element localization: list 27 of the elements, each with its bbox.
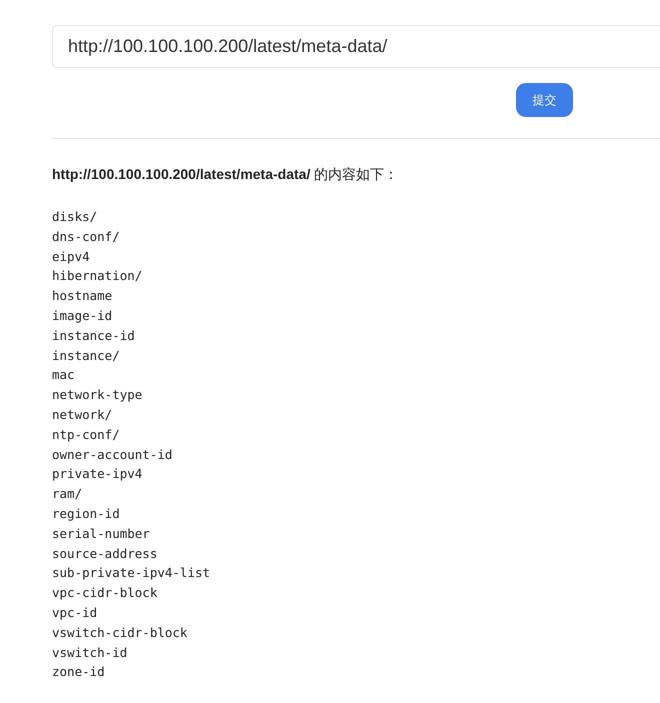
result-line: source-address <box>52 544 158 563</box>
result-line: sub-private-ipv4-list <box>52 564 210 582</box>
result-line: private-ipv4 <box>52 465 142 484</box>
result-line: hibernation/ <box>52 267 142 286</box>
url-input-field[interactable]: http://100.100.100.200/latest/meta-data/ <box>52 25 660 68</box>
result-line: mac <box>52 366 75 384</box>
result-line: network-type <box>52 386 142 404</box>
result-line: network/ <box>52 406 112 424</box>
submit-button[interactable]: 提交 <box>516 83 573 117</box>
result-line: ram/ <box>52 485 82 504</box>
result-heading: http://100.100.100.200/latest/meta-data/ 的内容如下： <box>52 165 400 184</box>
result-line: dns-conf/ <box>52 228 120 246</box>
result-line: ntp-conf/ <box>52 426 120 444</box>
result-line: vswitch-cidr-block <box>52 624 188 642</box>
result-line: eipv4 <box>52 248 90 266</box>
result-line: instance/ <box>52 346 120 365</box>
result-line: serial-number <box>52 524 150 543</box>
result-line: hostname <box>52 287 112 306</box>
result-line: image-id <box>52 306 112 325</box>
result-line: region-id <box>52 504 120 523</box>
result-line: vpc-id <box>52 604 98 622</box>
result-line: disks/ <box>52 208 98 226</box>
result-line: vswitch-id <box>52 644 128 662</box>
result-line: zone-id <box>52 663 105 682</box>
result-line: owner-account-id <box>52 446 172 464</box>
result-line: vpc-cidr-block <box>52 584 158 602</box>
result-line: instance-id <box>52 326 135 345</box>
